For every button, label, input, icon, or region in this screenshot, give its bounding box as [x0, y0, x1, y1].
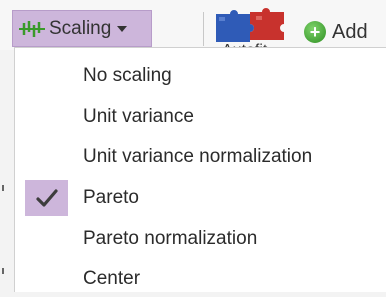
menu-item-label: Unit variance: [83, 106, 194, 127]
background-edge-mark: [2, 185, 4, 191]
menu-item-unit-variance-normalization[interactable]: Unit variance normalization: [15, 139, 386, 175]
plus-circle-icon: +: [304, 21, 326, 43]
add-label: Add: [332, 20, 368, 43]
background-edge-mark: [2, 268, 4, 274]
scaling-label: Scaling: [49, 17, 112, 39]
puzzle-icon: [216, 8, 284, 42]
scaling-icon: [17, 18, 47, 40]
menu-item-no-scaling[interactable]: No scaling: [15, 58, 386, 94]
menu-item-label: Unit variance normalization: [83, 146, 313, 167]
menu-item-label: Pareto: [83, 187, 139, 208]
scaling-menu: No scaling Unit variance Unit variance n…: [14, 47, 386, 292]
menu-item-label: Pareto normalization: [83, 228, 258, 249]
menu-item-unit-variance[interactable]: Unit variance: [15, 99, 386, 135]
scaling-dropdown-button[interactable]: Scaling: [12, 10, 152, 47]
toolbar-separator: [203, 12, 204, 46]
menu-check-column: [25, 139, 68, 175]
add-button[interactable]: + Add: [304, 18, 368, 46]
autofit-button[interactable]: Autofit: [214, 8, 292, 59]
check-icon: [35, 189, 58, 207]
menu-item-pareto-normalization[interactable]: Pareto normalization: [15, 221, 386, 257]
menu-check-column: [25, 221, 68, 257]
chevron-down-icon: [117, 25, 128, 32]
menu-check-column: [25, 99, 68, 135]
menu-check-column: [25, 58, 68, 94]
menu-check-column: [25, 180, 68, 216]
menu-item-label: No scaling: [83, 65, 172, 86]
toolbar: Scaling Autofit + Add: [0, 0, 386, 59]
menu-item-pareto[interactable]: Pareto: [15, 180, 386, 216]
